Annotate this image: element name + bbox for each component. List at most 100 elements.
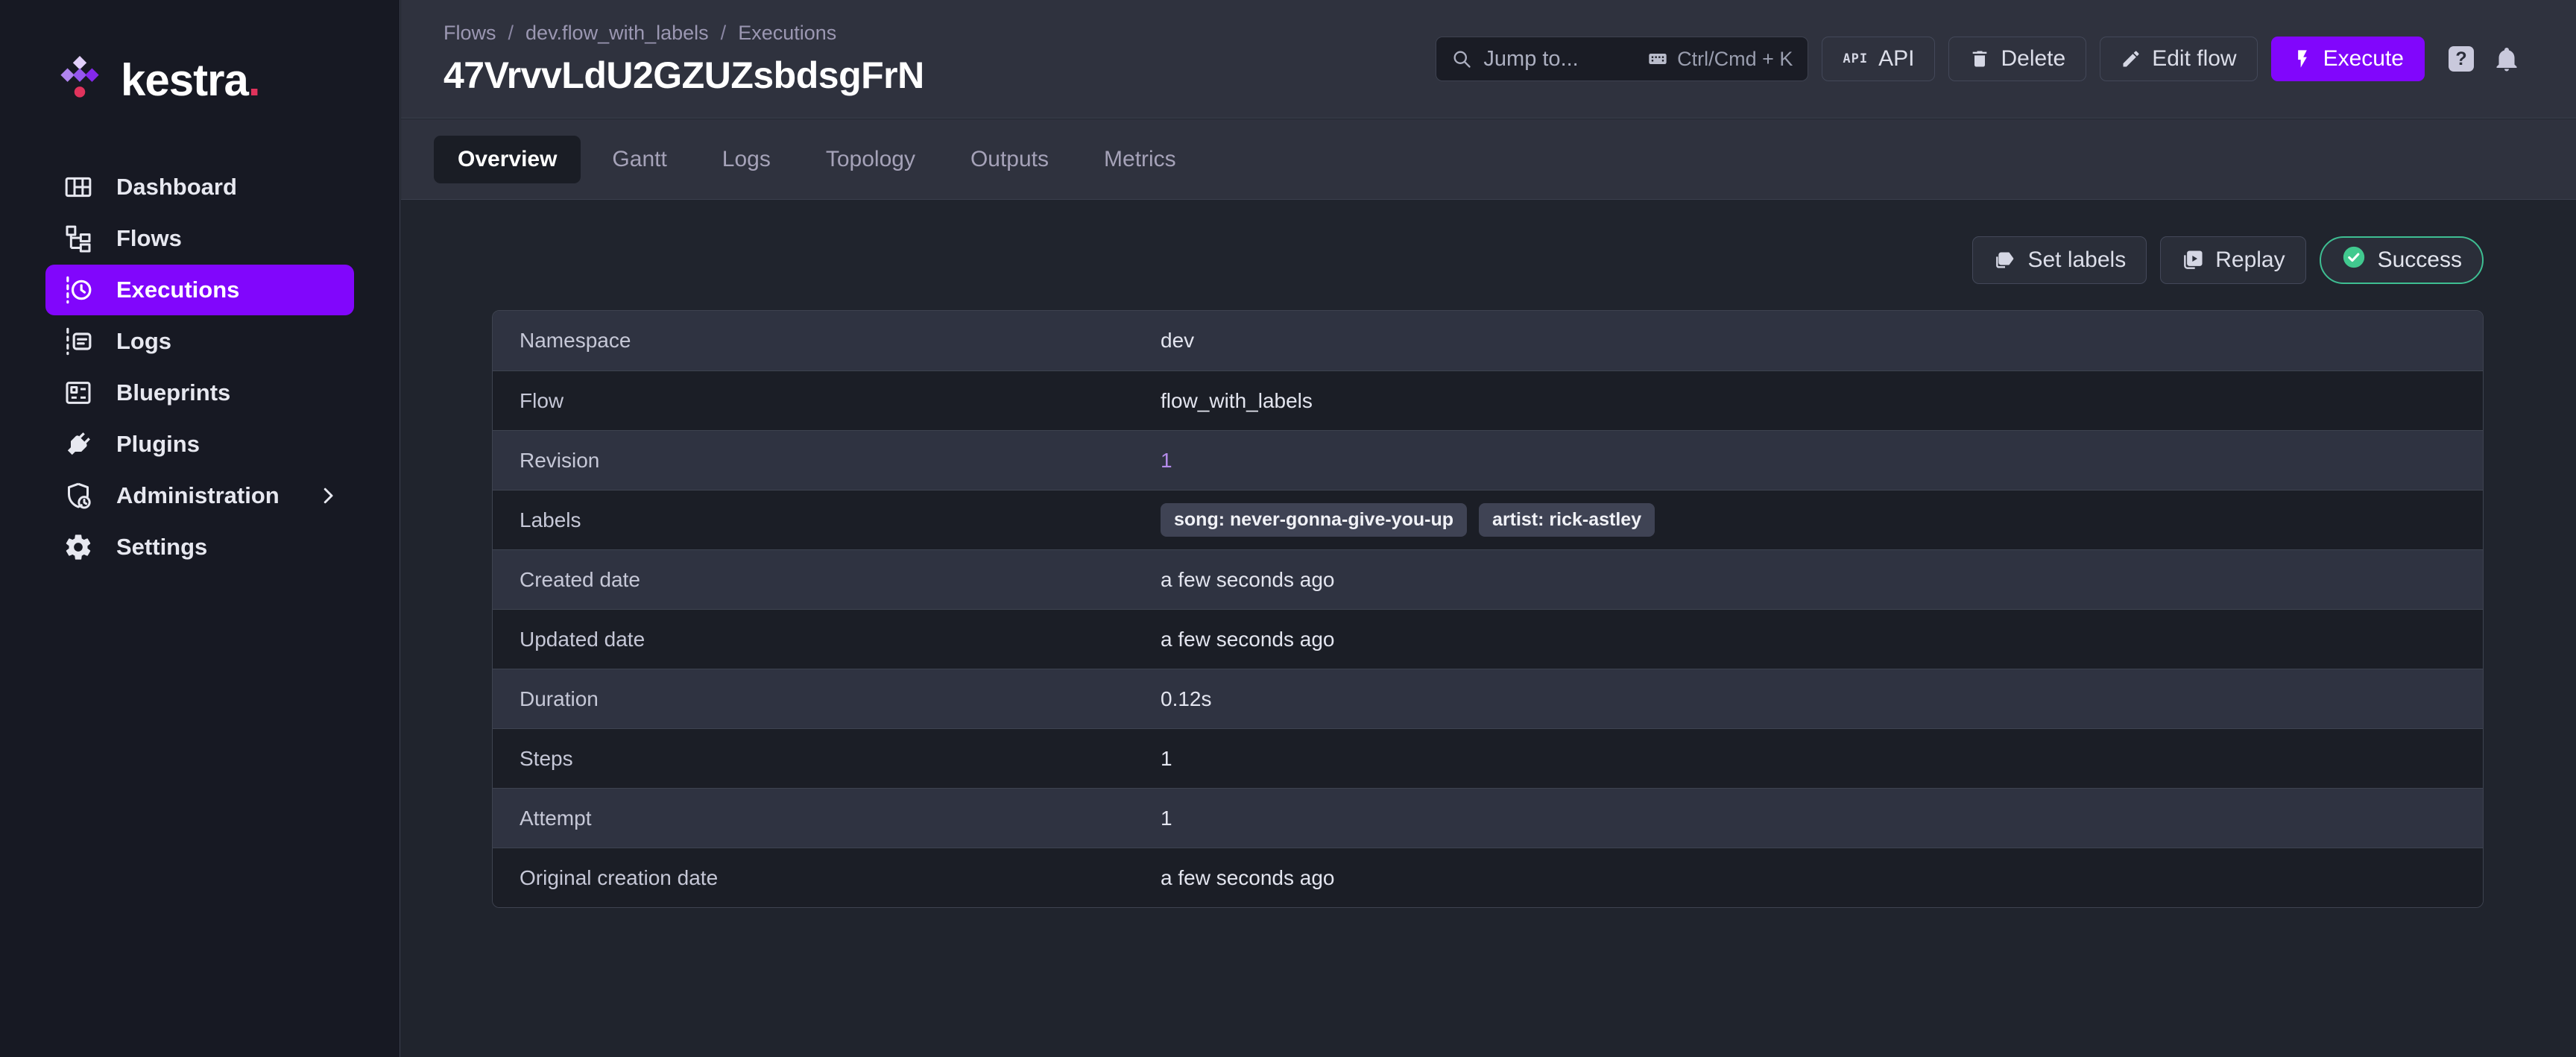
page-title: 47VrvvLdU2GZUZsbdsgFrN bbox=[443, 54, 924, 97]
search-shortcut-label: Ctrl/Cmd + K bbox=[1677, 48, 1793, 71]
table-row: Duration0.12s bbox=[493, 669, 2483, 728]
table-value-cell: a few seconds ago bbox=[1161, 568, 1335, 592]
table-label: Created date bbox=[493, 568, 1161, 592]
table-value-cell: flow_with_labels bbox=[1161, 389, 1313, 413]
breadcrumb-item-executions[interactable]: Executions bbox=[738, 22, 836, 45]
table-value-cell: 1 bbox=[1161, 807, 1172, 830]
table-value: 1 bbox=[1161, 807, 1172, 830]
blueprints-icon bbox=[63, 377, 94, 408]
kestra-logo-icon bbox=[58, 54, 101, 107]
table-label: Namespace bbox=[493, 329, 1161, 353]
execute-button-label: Execute bbox=[2323, 46, 2404, 72]
main-content: Set labels Replay Success NamespacedevFl… bbox=[401, 201, 2576, 1057]
table-value: 0.12s bbox=[1161, 687, 1212, 711]
tab-outputs[interactable]: Outputs bbox=[947, 136, 1073, 183]
search-placeholder: Jump to... bbox=[1483, 47, 1578, 72]
table-label: Steps bbox=[493, 747, 1161, 771]
sidebar-item-logs[interactable]: Logs bbox=[45, 316, 354, 367]
sidebar-item-executions[interactable]: Executions bbox=[45, 265, 354, 315]
delete-button[interactable]: Delete bbox=[1948, 37, 2086, 81]
sidebar-menu: Dashboard Flows Executions Logs Blueprints Pl… bbox=[0, 162, 400, 572]
topbar: Flows / dev.flow_with_labels / Execution… bbox=[401, 0, 2576, 119]
sidebar: kestra. Dashboard Flows Executions Logs Blue… bbox=[0, 0, 400, 1057]
table-value-cell: 1 bbox=[1161, 747, 1172, 771]
sidebar-item-label: Logs bbox=[116, 328, 171, 355]
table-row: Labelssong: never-gonna-give-you-upartis… bbox=[493, 490, 2483, 549]
api-button-label: API bbox=[1878, 46, 1914, 72]
crumb-block: Flows / dev.flow_with_labels / Execution… bbox=[443, 22, 924, 97]
table-value-cell: 0.12s bbox=[1161, 687, 1212, 711]
edit-flow-button[interactable]: Edit flow bbox=[2100, 37, 2257, 81]
replay-button-label: Replay bbox=[2215, 247, 2285, 273]
table-value-cell: dev bbox=[1161, 329, 1194, 353]
tab-topology[interactable]: Topology bbox=[802, 136, 939, 183]
table-label: Labels bbox=[493, 508, 1161, 532]
sidebar-item-flows[interactable]: Flows bbox=[45, 213, 354, 264]
tag-icon bbox=[1993, 248, 2017, 272]
table-value: flow_with_labels bbox=[1161, 389, 1313, 413]
table-row: Steps1 bbox=[493, 728, 2483, 788]
status-badge[interactable]: Success bbox=[2320, 236, 2484, 284]
sidebar-item-label: Flows bbox=[116, 225, 182, 252]
jump-to-search[interactable]: Jump to... Ctrl/Cmd + K bbox=[1436, 37, 1808, 81]
table-value: dev bbox=[1161, 329, 1194, 353]
delete-button-label: Delete bbox=[2001, 46, 2065, 72]
table-row: Original creation datea few seconds ago bbox=[493, 848, 2483, 907]
sidebar-item-label: Dashboard bbox=[116, 174, 237, 201]
sidebar-item-blueprints[interactable]: Blueprints bbox=[45, 367, 354, 418]
sidebar-item-label: Plugins bbox=[116, 431, 200, 458]
kestra-logo[interactable]: kestra. bbox=[58, 54, 400, 107]
execution-details-table: NamespacedevFlowflow_with_labelsRevision… bbox=[492, 310, 2484, 908]
table-value-cell: song: never-gonna-give-you-upartist: ric… bbox=[1161, 503, 1655, 537]
sidebar-item-administration[interactable]: Administration bbox=[45, 470, 354, 521]
table-label: Updated date bbox=[493, 628, 1161, 651]
breadcrumb-item-flow[interactable]: dev.flow_with_labels bbox=[525, 22, 709, 45]
tab-gantt[interactable]: Gantt bbox=[588, 136, 690, 183]
plugins-icon bbox=[63, 429, 94, 460]
api-button[interactable]: API API bbox=[1822, 37, 1935, 81]
breadcrumb-separator: / bbox=[721, 22, 727, 45]
check-circle-icon bbox=[2341, 244, 2367, 276]
table-value: a few seconds ago bbox=[1161, 568, 1335, 592]
table-label: Duration bbox=[493, 687, 1161, 711]
tab-overview[interactable]: Overview bbox=[434, 136, 581, 183]
revision-link[interactable]: 1 bbox=[1161, 449, 1172, 473]
settings-icon bbox=[63, 531, 94, 563]
dashboard-icon bbox=[63, 171, 94, 203]
brand-dot: . bbox=[248, 55, 260, 105]
sidebar-item-dashboard[interactable]: Dashboard bbox=[45, 162, 354, 212]
table-label: Revision bbox=[493, 449, 1161, 473]
sidebar-item-label: Settings bbox=[116, 534, 207, 561]
table-row: Namespacedev bbox=[493, 311, 2483, 370]
sidebar-item-label: Executions bbox=[116, 277, 239, 303]
executions-icon bbox=[63, 274, 94, 306]
table-row: Updated datea few seconds ago bbox=[493, 609, 2483, 669]
table-value-cell: 1 bbox=[1161, 449, 1172, 473]
sidebar-item-settings[interactable]: Settings bbox=[45, 522, 354, 572]
sidebar-item-plugins[interactable]: Plugins bbox=[45, 419, 354, 470]
table-row: Flowflow_with_labels bbox=[493, 370, 2483, 430]
replay-button[interactable]: Replay bbox=[2160, 236, 2305, 284]
administration-icon bbox=[63, 480, 94, 511]
sidebar-item-label: Blueprints bbox=[116, 379, 230, 406]
flash-icon bbox=[2292, 48, 2313, 69]
breadcrumb-item-flows[interactable]: Flows bbox=[443, 22, 496, 45]
bell-icon[interactable] bbox=[2493, 45, 2520, 72]
breadcrumb-separator: / bbox=[508, 22, 514, 45]
execution-tabbar: OverviewGanttLogsTopologyOutputsMetrics bbox=[401, 119, 2576, 200]
keyboard-icon bbox=[1647, 48, 1668, 69]
sidebar-item-label: Administration bbox=[116, 482, 280, 509]
breadcrumb: Flows / dev.flow_with_labels / Execution… bbox=[443, 22, 924, 45]
trash-icon bbox=[1969, 48, 1990, 69]
help-icon[interactable]: ? bbox=[2449, 46, 2474, 72]
table-value: 1 bbox=[1161, 747, 1172, 771]
chevron-right-icon bbox=[317, 485, 339, 507]
table-label: Flow bbox=[493, 389, 1161, 413]
label-chip: song: never-gonna-give-you-up bbox=[1161, 503, 1467, 537]
table-row: Revision1 bbox=[493, 430, 2483, 490]
set-labels-button[interactable]: Set labels bbox=[1972, 236, 2147, 284]
execute-button[interactable]: Execute bbox=[2271, 37, 2425, 81]
tab-logs[interactable]: Logs bbox=[698, 136, 795, 183]
status-badge-label: Success bbox=[2378, 247, 2462, 273]
tab-metrics[interactable]: Metrics bbox=[1080, 136, 1200, 183]
